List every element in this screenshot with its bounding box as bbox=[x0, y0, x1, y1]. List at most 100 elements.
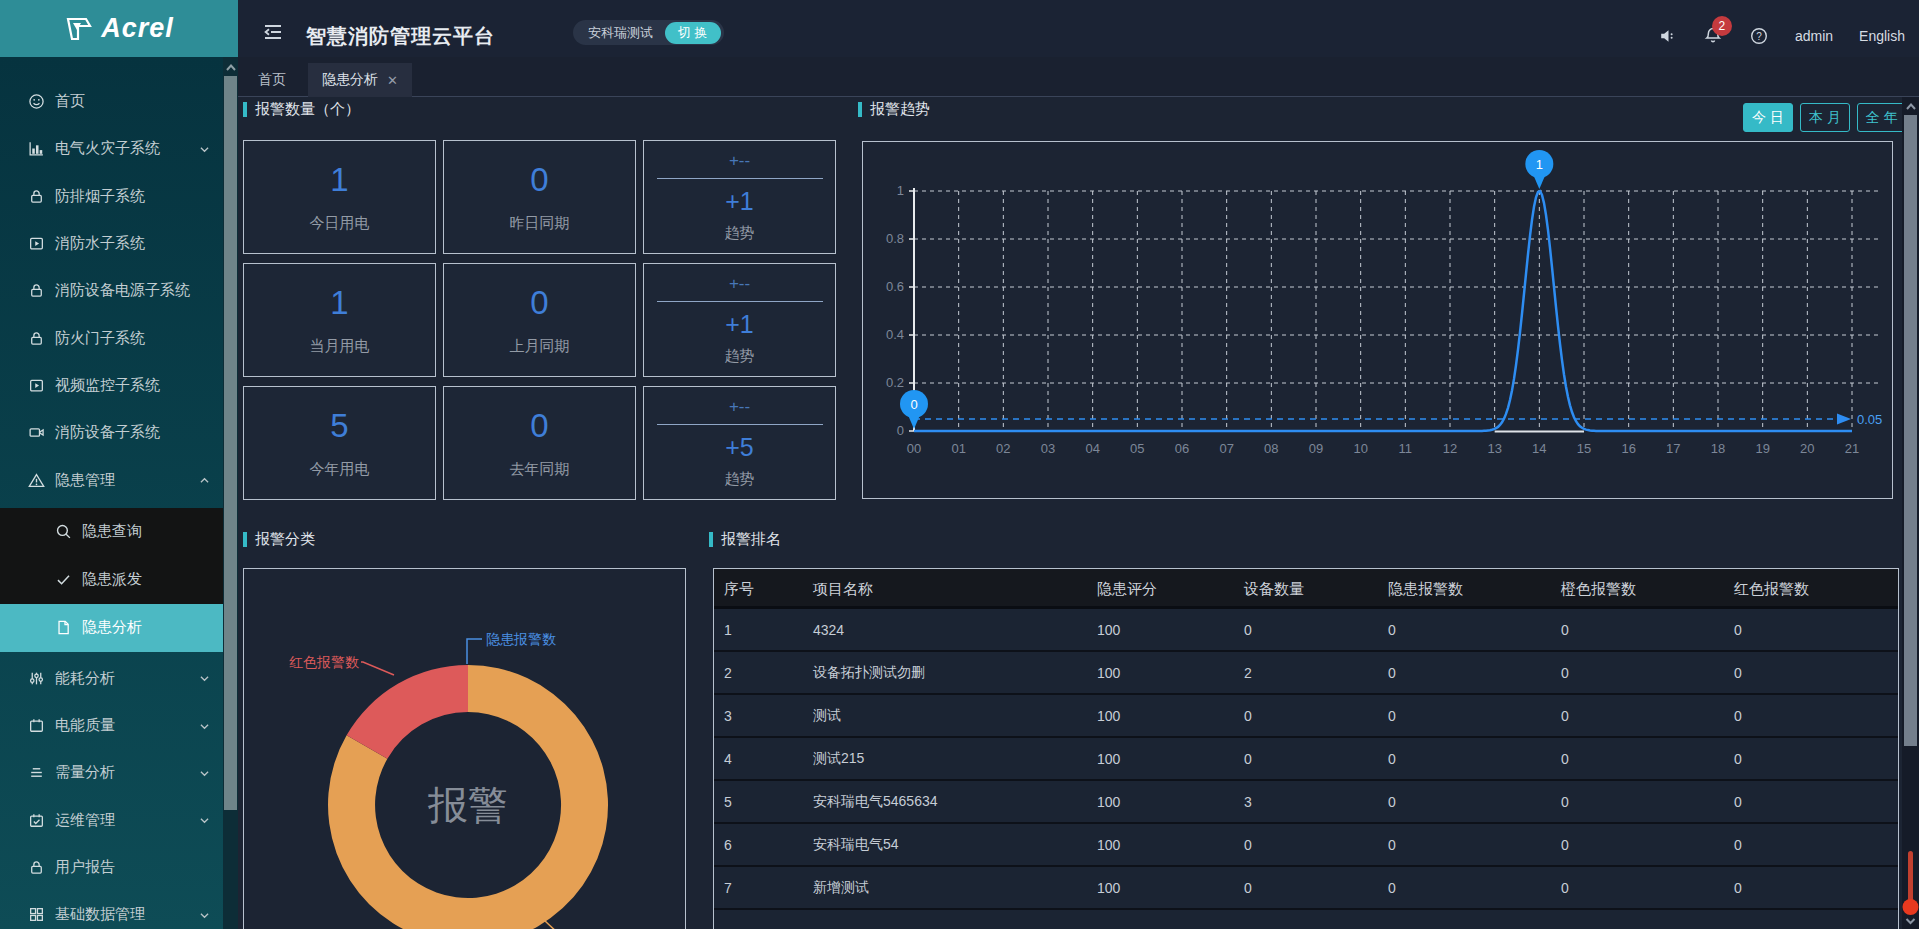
table-cell: 安科瑞电气5465634 bbox=[813, 781, 1093, 822]
alarm-trend-line-chart: 00.20.40.60.8100010203040506070809101112… bbox=[863, 142, 1892, 498]
search-icon bbox=[55, 523, 72, 540]
sidebar-subitem[interactable]: 隐患分析 bbox=[0, 604, 223, 652]
svg-text:09: 09 bbox=[1309, 441, 1323, 456]
table-body: 1432410000002设备拓扑测试勿删10020003测试10000004测… bbox=[714, 609, 1898, 929]
table-cell: 0 bbox=[1244, 695, 1384, 736]
help-icon[interactable]: ? bbox=[1749, 26, 1769, 46]
sidebar-item-label: 视频监控子系统 bbox=[55, 376, 160, 395]
alarm-classify-donut-chart: 隐患报警数红色报警数报警 bbox=[244, 569, 685, 929]
alarm-count-card: +--+5趋势 bbox=[643, 386, 836, 500]
sidebar-item[interactable]: 能耗分析 bbox=[0, 655, 223, 702]
sidebar-item[interactable]: 隐患管理 bbox=[0, 456, 223, 503]
sidebar-item[interactable]: 消防设备子系统 bbox=[0, 409, 223, 456]
switch-tenant-button[interactable]: 切 换 bbox=[665, 22, 721, 44]
page-scrollbar[interactable] bbox=[1902, 97, 1919, 929]
svg-text:00: 00 bbox=[907, 441, 921, 456]
card-value: 0 bbox=[530, 407, 548, 445]
card-label: 去年同期 bbox=[510, 460, 570, 479]
page-scroll-up-icon[interactable] bbox=[1903, 99, 1918, 113]
table-cell: 0 bbox=[1244, 738, 1384, 779]
sidebar-item[interactable]: 运维管理 bbox=[0, 797, 223, 844]
scroll-bottom-pin-icon[interactable] bbox=[1902, 849, 1919, 929]
table-cell: 100 bbox=[1097, 652, 1240, 693]
content: 报警数量（个） 1今日用电0昨日同期+--+1趋势1当月用电0上月同期+--+1… bbox=[238, 97, 1919, 929]
sidebar-scroll-up-icon[interactable] bbox=[223, 60, 238, 74]
sidebar-item[interactable]: 用户报告 bbox=[0, 844, 223, 891]
sidebar-item[interactable]: 电气火灾子系统 bbox=[0, 125, 223, 172]
table-cell: 0 bbox=[1561, 867, 1730, 908]
check-icon bbox=[55, 571, 72, 588]
sidebar-item-label: 运维管理 bbox=[55, 811, 115, 830]
sidebar-subitem[interactable]: 隐患查询 bbox=[0, 508, 223, 556]
speaker-icon[interactable] bbox=[1657, 26, 1677, 46]
sidebar-item[interactable]: 防排烟子系统 bbox=[0, 173, 223, 220]
sidebar-subitem[interactable]: 隐患派发 bbox=[0, 556, 223, 604]
collapse-menu-icon[interactable] bbox=[261, 20, 285, 44]
table-cell: 0 bbox=[1388, 781, 1557, 822]
alarm-count-card: 0昨日同期 bbox=[443, 140, 636, 254]
card-label: 趋势 bbox=[725, 347, 755, 366]
language-switch[interactable]: English bbox=[1859, 28, 1905, 44]
header: 智慧消防管理云平台 安科瑞测试 切 换 2 ? admin English bbox=[238, 0, 1919, 57]
table-cell: 100 bbox=[1097, 867, 1240, 908]
table-cell: 0 bbox=[1388, 867, 1557, 908]
sidebar-scrollbar-thumb[interactable] bbox=[224, 76, 237, 810]
table-cell: 4 bbox=[724, 738, 809, 779]
table-cell: 1 bbox=[724, 609, 809, 650]
card-label: 上月同期 bbox=[510, 337, 570, 356]
table-row[interactable]: 4测试2151000000 bbox=[714, 738, 1898, 781]
svg-text:12: 12 bbox=[1443, 441, 1457, 456]
sidebar-item[interactable]: 防火门子系统 bbox=[0, 314, 223, 361]
notification-bell-icon[interactable]: 2 bbox=[1703, 26, 1723, 46]
table-cell: 0 bbox=[1734, 738, 1894, 779]
tab-inactive[interactable]: 首页 bbox=[244, 63, 300, 97]
sidebar-item[interactable]: 电能质量 bbox=[0, 702, 223, 749]
user-menu[interactable]: admin bbox=[1795, 28, 1833, 44]
table-cell: 100 bbox=[1097, 695, 1240, 736]
table-row[interactable]: 143241000000 bbox=[714, 609, 1898, 652]
svg-text:15: 15 bbox=[1577, 441, 1591, 456]
table-cell: 100 bbox=[1097, 824, 1240, 865]
table-cell: 2 bbox=[724, 652, 809, 693]
table-cell: 5 bbox=[724, 781, 809, 822]
trend-chart-panel: 00.20.40.60.8100010203040506070809101112… bbox=[862, 141, 1893, 499]
range-button[interactable]: 本 月 bbox=[1800, 103, 1850, 132]
table-cell: 0 bbox=[1561, 781, 1730, 822]
table-row[interactable]: 5安科瑞电气54656341003000 bbox=[714, 781, 1898, 824]
table-column-header: 橙色报警数 bbox=[1561, 569, 1730, 609]
chevron-down-icon bbox=[200, 769, 209, 778]
svg-text:0.05: 0.05 bbox=[1857, 412, 1882, 427]
sidebar-item[interactable]: 视频监控子系统 bbox=[0, 362, 223, 409]
page-scrollbar-thumb[interactable] bbox=[1904, 115, 1917, 746]
sidebar-item[interactable]: 基础数据管理 bbox=[0, 891, 223, 929]
warning-icon bbox=[28, 472, 45, 489]
card-trend-numerator: +-- bbox=[657, 151, 823, 179]
tab-close-icon[interactable]: ✕ bbox=[387, 73, 398, 88]
table-row[interactable]: 7新增测试1000000 bbox=[714, 867, 1898, 910]
section-title-alarm-rank: 报警排名 bbox=[709, 530, 781, 549]
tab-active[interactable]: 隐患分析 ✕ bbox=[308, 63, 412, 97]
sidebar-item[interactable]: 消防设备电源子系统 bbox=[0, 267, 223, 314]
table-row[interactable]: 2设备拓扑测试勿删1002000 bbox=[714, 652, 1898, 695]
range-button[interactable]: 全 年 bbox=[1857, 103, 1907, 132]
table-cell: 0 bbox=[1388, 609, 1557, 650]
sidebar-item-label: 用户报告 bbox=[55, 858, 115, 877]
sidebar-item[interactable]: 首页 bbox=[0, 78, 223, 125]
tab-label: 隐患分析 bbox=[322, 71, 378, 89]
table-cell: 测试215 bbox=[813, 738, 1093, 779]
svg-text:红色报警数: 红色报警数 bbox=[289, 654, 359, 670]
sidebar-item[interactable]: 消防水子系统 bbox=[0, 220, 223, 267]
table-row[interactable]: 6安科瑞电气541000000 bbox=[714, 824, 1898, 867]
card-label: 当月用电 bbox=[310, 337, 370, 356]
range-button[interactable]: 今 日 bbox=[1743, 103, 1793, 132]
chevron-up-icon bbox=[200, 476, 209, 485]
svg-text:20: 20 bbox=[1800, 441, 1814, 456]
table-cell: 7 bbox=[724, 867, 809, 908]
card-value: 1 bbox=[330, 161, 348, 199]
card-trend-numerator: +-- bbox=[657, 274, 823, 302]
svg-text:0: 0 bbox=[910, 397, 917, 412]
table-row[interactable]: 3测试1000000 bbox=[714, 695, 1898, 738]
sidebar-scrollbar[interactable] bbox=[223, 57, 238, 929]
sidebar-item[interactable]: 需量分析 bbox=[0, 749, 223, 796]
svg-text:06: 06 bbox=[1175, 441, 1189, 456]
